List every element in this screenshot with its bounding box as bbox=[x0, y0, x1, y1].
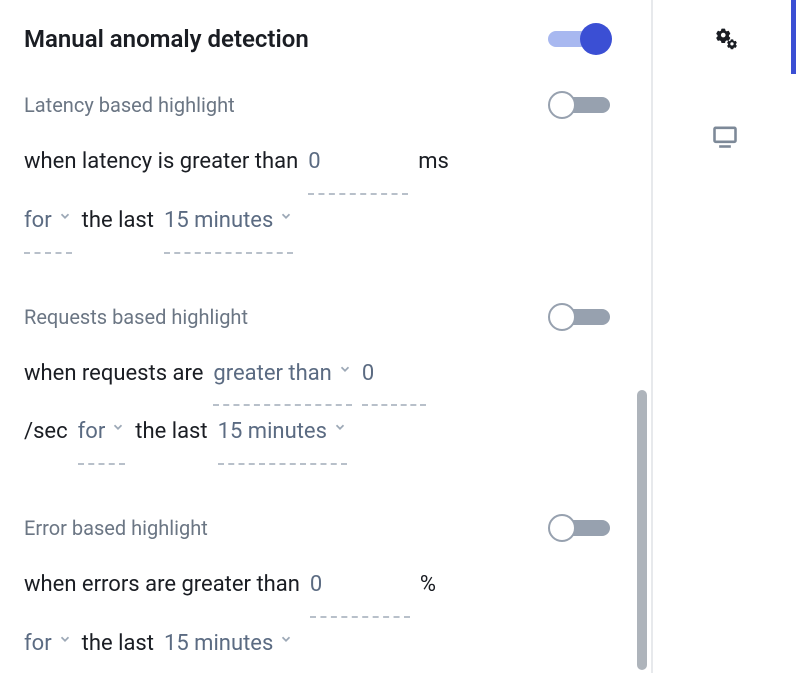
requests-header-row: Requests based highlight bbox=[24, 302, 610, 332]
latency-value-input[interactable]: 0 bbox=[308, 136, 408, 195]
errors-header-row: Error based highlight bbox=[24, 513, 610, 543]
chevron-down-icon bbox=[111, 420, 125, 434]
page-title: Manual anomaly detection bbox=[24, 25, 309, 53]
requests-prefix-text: when requests are bbox=[24, 348, 203, 401]
scrollbar-track[interactable] bbox=[634, 0, 650, 673]
chevron-down-icon bbox=[279, 632, 293, 646]
errors-rule-line2: for the last 15 minutes bbox=[24, 618, 610, 673]
latency-header-row: Latency based highlight bbox=[24, 90, 610, 120]
errors-unit-text: % bbox=[420, 559, 436, 612]
requests-for-dropdown[interactable]: for bbox=[78, 406, 126, 465]
settings-gears-icon[interactable] bbox=[707, 20, 743, 56]
latency-rule-line2: for the last 15 minutes bbox=[24, 195, 610, 254]
master-toggle[interactable] bbox=[548, 24, 610, 54]
latency-window-dropdown[interactable]: 15 minutes bbox=[164, 195, 293, 254]
errors-last-text: the last bbox=[82, 618, 154, 671]
latency-section: Latency based highlight when latency is … bbox=[24, 90, 610, 254]
errors-section: Error based highlight when errors are gr… bbox=[24, 513, 610, 673]
requests-heading: Requests based highlight bbox=[24, 305, 248, 329]
master-header-row: Manual anomaly detection bbox=[24, 24, 610, 54]
latency-toggle[interactable] bbox=[548, 90, 610, 120]
latency-heading: Latency based highlight bbox=[24, 93, 235, 117]
monitor-icon[interactable] bbox=[707, 118, 743, 154]
active-tab-indicator bbox=[791, 0, 796, 74]
latency-prefix-text: when latency is greater than bbox=[24, 136, 298, 189]
requests-value-input[interactable]: 0 bbox=[362, 348, 426, 407]
requests-comparator-dropdown[interactable]: greater than bbox=[213, 348, 351, 407]
requests-rule: when requests are greater than 0 bbox=[24, 348, 610, 407]
latency-unit-text: ms bbox=[418, 136, 449, 189]
chevron-down-icon bbox=[333, 420, 347, 434]
latency-for-dropdown[interactable]: for bbox=[24, 195, 72, 254]
right-rail bbox=[653, 0, 796, 673]
errors-heading: Error based highlight bbox=[24, 516, 208, 540]
chevron-down-icon bbox=[338, 362, 352, 376]
errors-value-input[interactable]: 0 bbox=[310, 559, 410, 618]
requests-window-dropdown[interactable]: 15 minutes bbox=[218, 406, 347, 465]
errors-rule: when errors are greater than 0 % bbox=[24, 559, 610, 618]
latency-last-text: the last bbox=[82, 195, 154, 248]
errors-window-dropdown[interactable]: 15 minutes bbox=[164, 618, 293, 673]
requests-section: Requests based highlight when requests a… bbox=[24, 302, 610, 466]
latency-rule: when latency is greater than 0 ms bbox=[24, 136, 610, 195]
settings-panel: Manual anomaly detection Latency based h… bbox=[0, 0, 634, 673]
requests-rule-line2: /sec for the last 15 minutes bbox=[24, 406, 610, 465]
requests-last-text: the last bbox=[135, 406, 207, 459]
errors-for-dropdown[interactable]: for bbox=[24, 618, 72, 673]
errors-prefix-text: when errors are greater than bbox=[24, 559, 300, 612]
chevron-down-icon bbox=[58, 632, 72, 646]
chevron-down-icon bbox=[58, 209, 72, 223]
errors-toggle[interactable] bbox=[548, 513, 610, 543]
requests-toggle[interactable] bbox=[548, 302, 610, 332]
requests-per-unit-text: /sec bbox=[24, 406, 68, 459]
scrollbar-thumb[interactable] bbox=[637, 390, 647, 670]
chevron-down-icon bbox=[279, 209, 293, 223]
